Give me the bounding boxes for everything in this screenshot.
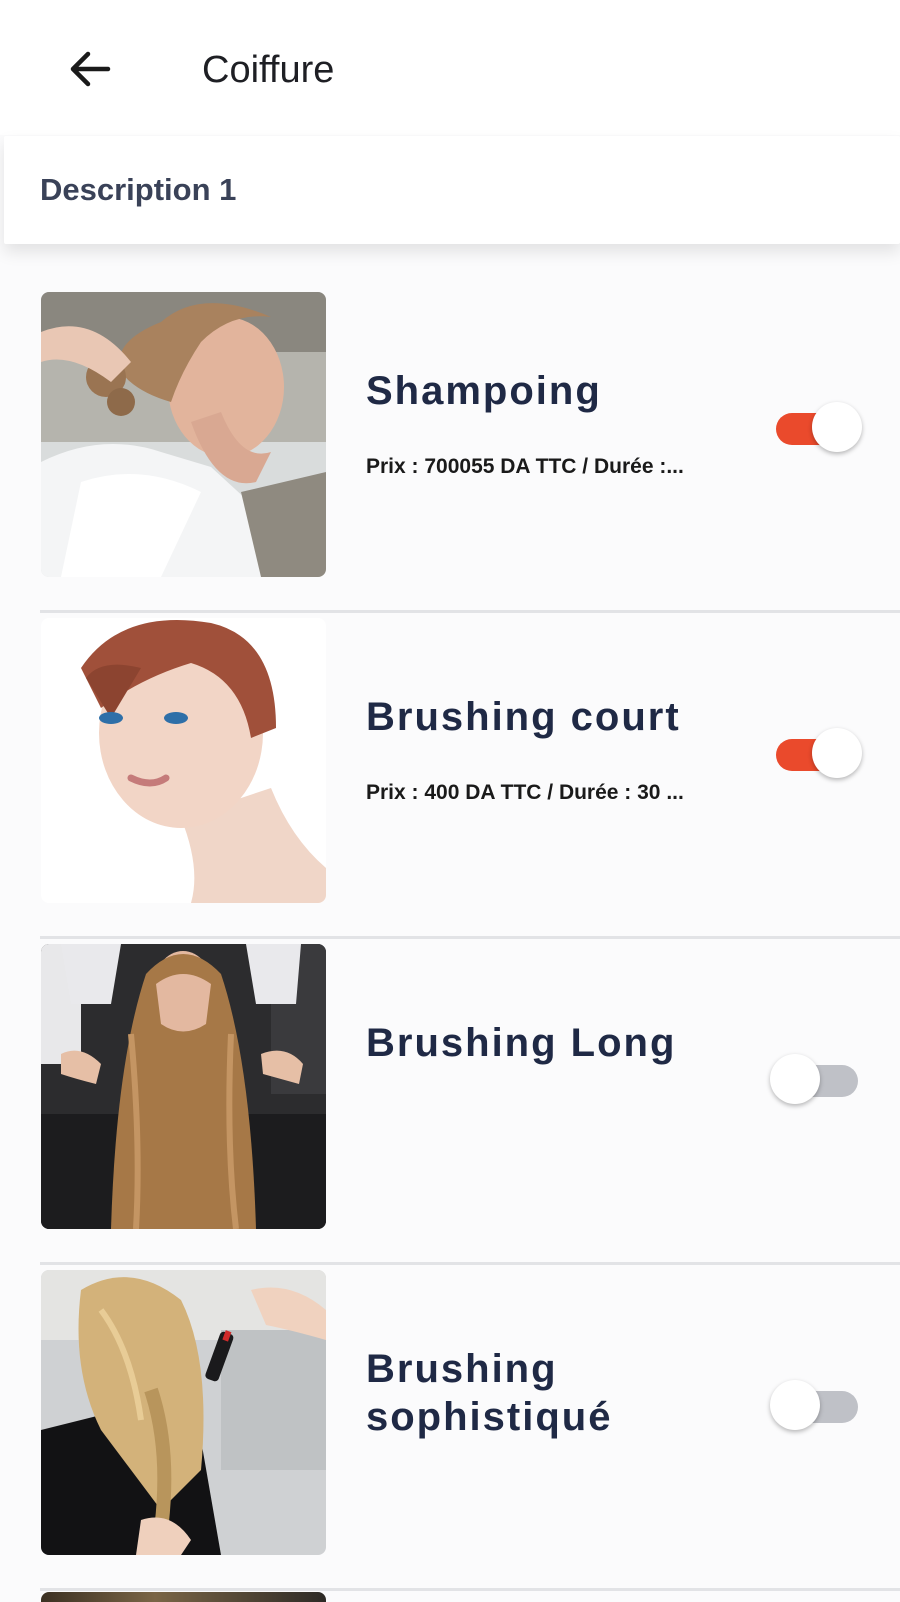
service-image-shampoing: [41, 292, 326, 577]
service-name: Brushing court: [366, 695, 681, 739]
service-toggle[interactable]: [772, 400, 862, 454]
page-title: Coiffure: [202, 49, 335, 91]
next-service-image-partial: [41, 1592, 326, 1602]
service-image-brushing-long: [41, 944, 326, 1229]
service-name: Brushing Long: [366, 1021, 677, 1065]
description-card[interactable]: Description 1: [4, 136, 900, 244]
service-list: Shampoing Prix : 700055 DA TTC / Durée :…: [0, 287, 900, 1591]
arrow-left-icon: [70, 51, 111, 87]
toggle-knob: [812, 402, 862, 452]
service-row[interactable]: Brushing sophistiqué: [0, 1265, 900, 1591]
service-name: Shampoing: [366, 369, 602, 413]
service-name: Brushing sophistiqué: [366, 1347, 613, 1439]
toggle-knob: [770, 1380, 820, 1430]
service-row[interactable]: Brushing court Prix : 400 DA TTC / Durée…: [0, 613, 900, 939]
service-toggle[interactable]: [772, 726, 862, 780]
divider: [40, 1588, 900, 1591]
service-row[interactable]: Shampoing Prix : 700055 DA TTC / Durée :…: [0, 287, 900, 613]
description-label: Description 1: [40, 172, 237, 207]
service-image-brushing-sophistique: [41, 1270, 326, 1555]
toggle-knob: [812, 728, 862, 778]
service-toggle[interactable]: [770, 1052, 862, 1106]
app-header: Coiffure: [0, 0, 900, 135]
service-price: Prix : 400 DA TTC / Durée : 30 ...: [366, 781, 684, 804]
service-row[interactable]: Brushing Long: [0, 939, 900, 1265]
service-image-brushing-court: [41, 618, 326, 903]
service-price: Prix : 700055 DA TTC / Durée :...: [366, 455, 684, 478]
back-button[interactable]: [62, 44, 118, 94]
toggle-knob: [770, 1054, 820, 1104]
service-toggle[interactable]: [770, 1378, 862, 1432]
